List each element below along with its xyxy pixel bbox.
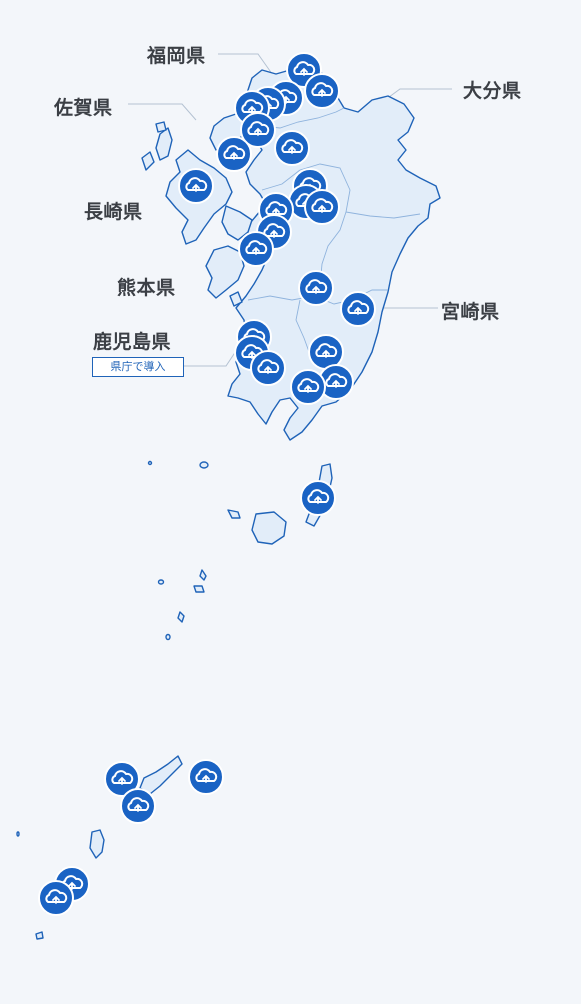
cloud-marker-21[interactable] [308,334,344,370]
goto-island-1 [141,151,155,171]
cloud-marker-2[interactable] [304,73,340,109]
label-kumamoto[interactable]: 熊本県 [117,273,176,300]
iki-island [155,121,167,133]
yakushima [251,511,287,545]
cloud-marker-15[interactable] [238,231,274,267]
label-saga[interactable]: 佐賀県 [54,93,113,120]
southern-islands [16,460,333,940]
leader-saga [128,103,197,121]
label-oita[interactable]: 大分県 [463,76,522,103]
cloud-marker-20[interactable] [250,350,286,386]
label-kagoshima[interactable]: 鹿児島県 [93,327,171,354]
label-miyazaki[interactable]: 宮崎県 [441,297,500,324]
tokunoshima [89,829,105,859]
cloud-marker-29[interactable] [38,880,74,916]
cloud-marker-7[interactable] [216,136,252,172]
label-fukuoka[interactable]: 福岡県 [147,41,206,68]
kyushu-okinawa-map: 福岡県 大分県 佐賀県 長崎県 熊本県 宮崎県 鹿児島県 県庁で導入 [0,0,581,1004]
leader-kagoshima [184,347,239,367]
kagoshima-badge: 県庁で導入 [92,357,184,377]
markers-layer [38,52,376,916]
cloud-marker-12[interactable] [304,189,340,225]
label-nagasaki[interactable]: 長崎県 [84,197,143,224]
amami-oshima [139,755,183,795]
cloud-marker-27[interactable] [120,788,156,824]
cloud-marker-26[interactable] [188,759,224,795]
cloud-marker-23[interactable] [290,369,326,405]
map-svg [16,52,452,940]
cloud-marker-17[interactable] [340,291,376,327]
hirado-island [155,127,173,161]
cloud-marker-9[interactable] [178,168,214,204]
cloud-marker-16[interactable] [298,270,334,306]
amakusa-islands [205,245,245,299]
cloud-marker-24[interactable] [300,480,336,516]
leader-oita [384,88,452,101]
cloud-marker-8[interactable] [274,130,310,166]
